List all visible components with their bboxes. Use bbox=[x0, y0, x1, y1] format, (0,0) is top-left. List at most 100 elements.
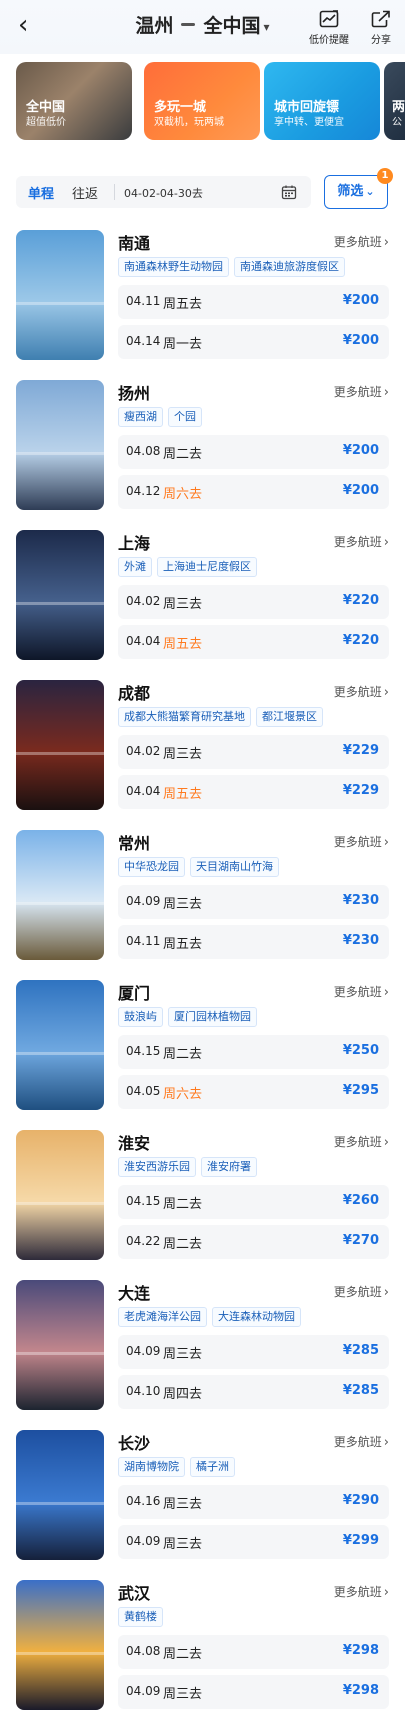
flight-weekday: 周六去 bbox=[163, 1087, 203, 1102]
more-flights-link[interactable]: 更多航班 › bbox=[334, 1433, 389, 1450]
attraction-tag[interactable]: 南通森林野生动物园 bbox=[118, 257, 229, 277]
attraction-tag[interactable]: 个园 bbox=[168, 407, 202, 427]
attraction-tag[interactable]: 鼓浪屿 bbox=[118, 1007, 163, 1027]
date-range[interactable]: 04-02-04-30去 bbox=[124, 185, 203, 201]
more-flights-link[interactable]: 更多航班 › bbox=[334, 383, 389, 400]
to-city: 全中国 bbox=[203, 15, 261, 37]
calendar-icon[interactable] bbox=[281, 184, 297, 200]
flight-price: ¥229 bbox=[342, 783, 379, 798]
more-flights-link[interactable]: 更多航班 › bbox=[334, 1583, 389, 1600]
banner-all-china[interactable]: 全中国 超值低价 bbox=[16, 62, 132, 140]
more-flights-label: 更多航班 bbox=[333, 1585, 382, 1599]
share-button[interactable]: 分享 bbox=[371, 10, 391, 46]
attraction-tag[interactable]: 橘子洲 bbox=[190, 1457, 235, 1477]
flight-option-row[interactable]: 04.02 周三去 ¥229 bbox=[118, 735, 389, 769]
more-flights-label: 更多航班 bbox=[333, 1435, 382, 1449]
attraction-tag[interactable]: 湖南博物院 bbox=[118, 1457, 185, 1477]
flight-option-row[interactable]: 04.05 周六去 ¥295 bbox=[118, 1075, 389, 1109]
tab-round-trip[interactable]: 往返 bbox=[72, 183, 98, 202]
attraction-tag[interactable]: 大连森林动物园 bbox=[212, 1307, 301, 1327]
destination-city: 厦门 bbox=[118, 984, 151, 1003]
destination-photo bbox=[16, 1430, 104, 1560]
destination-card[interactable]: 长沙 更多航班 › 湖南博物院 橘子洲 04.16 周三去 ¥290 04.09 周三去 ¥299 bbox=[0, 1430, 405, 1577]
flight-option-row[interactable]: 04.08 周二去 ¥200 bbox=[118, 435, 389, 469]
flight-date: 04.14 bbox=[126, 334, 161, 348]
more-flights-label: 更多航班 bbox=[333, 1285, 382, 1299]
destination-city: 成都 bbox=[118, 684, 151, 703]
attraction-tag[interactable]: 黄鹤楼 bbox=[118, 1607, 163, 1627]
flight-date: 04.08 bbox=[126, 444, 161, 458]
attraction-tags: 外滩 上海迪士尼度假区 bbox=[118, 555, 262, 577]
flight-option-row[interactable]: 04.15 周二去 ¥250 bbox=[118, 1035, 389, 1069]
banner-one-more-city[interactable]: 多玩一城 双截机，玩两城 bbox=[144, 62, 260, 140]
flight-weekday: 周二去 bbox=[163, 1197, 203, 1212]
flight-option-row[interactable]: 04.10 周四去 ¥285 bbox=[118, 1375, 389, 1409]
flight-option-row[interactable]: 04.14 周一去 ¥200 bbox=[118, 325, 389, 359]
destination-card[interactable]: 淮安 更多航班 › 淮安西游乐园 淮安府署 04.15 周二去 ¥260 04.22 周二去 ¥27… bbox=[0, 1130, 405, 1277]
filter-button[interactable]: 筛选 ⌄ 1 bbox=[324, 168, 393, 209]
flight-option-row[interactable]: 04.02 周三去 ¥220 bbox=[118, 585, 389, 619]
flight-option-row[interactable]: 04.12 周六去 ¥200 bbox=[118, 475, 389, 509]
destination-card[interactable]: 扬州 更多航班 › 瘦西湖 个园 04.08 周二去 ¥200 04.12 周六去 ¥200 bbox=[0, 380, 405, 527]
destination-photo bbox=[16, 830, 104, 960]
flight-option-row[interactable]: 04.04 周五去 ¥229 bbox=[118, 775, 389, 809]
more-flights-label: 更多航班 bbox=[333, 535, 382, 549]
trend-chart-icon bbox=[319, 10, 339, 28]
flight-option-row[interactable]: 04.09 周三去 ¥285 bbox=[118, 1335, 389, 1369]
flight-date: 04.02 bbox=[126, 744, 161, 758]
attraction-tags: 南通森林野生动物园 南通森迪旅游度假区 bbox=[118, 255, 350, 277]
more-flights-link[interactable]: 更多航班 › bbox=[334, 683, 389, 700]
more-flights-link[interactable]: 更多航班 › bbox=[334, 533, 389, 550]
attraction-tag[interactable]: 淮安府署 bbox=[201, 1157, 257, 1177]
flight-price: ¥290 bbox=[342, 1493, 379, 1508]
more-flights-link[interactable]: 更多航班 › bbox=[334, 1283, 389, 1300]
destination-card[interactable]: 成都 更多航班 › 成都大熊猫繁育研究基地 都江堰景区 04.02 周三去 ¥229 04.04… bbox=[0, 680, 405, 827]
banner-city-boomerang[interactable]: 城市回旋镖 享中转、更便宜 bbox=[264, 62, 380, 140]
more-flights-label: 更多航班 bbox=[333, 835, 382, 849]
flight-option-row[interactable]: 04.08 周二去 ¥298 bbox=[118, 1635, 389, 1669]
banner-title: 两 bbox=[392, 100, 405, 115]
flight-weekday: 周三去 bbox=[163, 597, 203, 612]
destination-card[interactable]: 武汉 更多航班 › 黄鹤楼 04.08 周二去 ¥298 04.09 周三去 ¥298 bbox=[0, 1580, 405, 1727]
flight-weekday: 周五去 bbox=[163, 297, 203, 312]
flight-option-row[interactable]: 04.04 周五去 ¥220 bbox=[118, 625, 389, 659]
flight-option-row[interactable]: 04.11 周五去 ¥200 bbox=[118, 285, 389, 319]
attraction-tag[interactable]: 都江堰景区 bbox=[256, 707, 323, 727]
flight-date: 04.04 bbox=[126, 634, 161, 648]
attraction-tag[interactable]: 外滩 bbox=[118, 557, 152, 577]
more-flights-link[interactable]: 更多航班 › bbox=[334, 833, 389, 850]
flight-option-row[interactable]: 04.09 周三去 ¥298 bbox=[118, 1675, 389, 1709]
attraction-tag[interactable]: 淮安西游乐园 bbox=[118, 1157, 196, 1177]
destination-card[interactable]: 上海 更多航班 › 外滩 上海迪士尼度假区 04.02 周三去 ¥220 04.04 周五去 ¥22… bbox=[0, 530, 405, 677]
attraction-tag[interactable]: 南通森迪旅游度假区 bbox=[234, 257, 345, 277]
tab-one-way[interactable]: 单程 bbox=[28, 183, 54, 202]
attraction-tag[interactable]: 天目湖南山竹海 bbox=[190, 857, 279, 877]
banner-partial[interactable]: 两 公 bbox=[384, 62, 405, 140]
attraction-tag[interactable]: 瘦西湖 bbox=[118, 407, 163, 427]
attraction-tag[interactable]: 中华恐龙园 bbox=[118, 857, 185, 877]
more-flights-link[interactable]: 更多航班 › bbox=[334, 1133, 389, 1150]
destination-city: 扬州 bbox=[118, 384, 151, 403]
flight-option-row[interactable]: 04.09 周三去 ¥230 bbox=[118, 885, 389, 919]
chevron-down-icon: ▾ bbox=[263, 19, 270, 34]
promo-banner-strip: 全中国 超值低价 多玩一城 双截机，玩两城 城市回旋镖 享中转、更便宜 两 公 bbox=[0, 62, 405, 142]
chevron-right-icon: › bbox=[383, 985, 389, 1000]
attraction-tag[interactable]: 成都大熊猫繁育研究基地 bbox=[118, 707, 251, 727]
attraction-tag[interactable]: 厦门园林植物园 bbox=[168, 1007, 257, 1027]
more-flights-link[interactable]: 更多航班 › bbox=[334, 233, 389, 250]
attraction-tag[interactable]: 老虎滩海洋公园 bbox=[118, 1307, 207, 1327]
attraction-tag[interactable]: 上海迪士尼度假区 bbox=[157, 557, 257, 577]
flight-option-row[interactable]: 04.22 周二去 ¥270 bbox=[118, 1225, 389, 1259]
destination-card[interactable]: 厦门 更多航班 › 鼓浪屿 厦门园林植物园 04.15 周二去 ¥250 04.05 周六去 ¥29… bbox=[0, 980, 405, 1127]
more-flights-link[interactable]: 更多航班 › bbox=[334, 983, 389, 1000]
flight-option-row[interactable]: 04.16 周三去 ¥290 bbox=[118, 1485, 389, 1519]
flight-price: ¥220 bbox=[342, 593, 379, 608]
price-alert-button[interactable]: 低价提醒 bbox=[309, 10, 349, 46]
destination-card[interactable]: 大连 更多航班 › 老虎滩海洋公园 大连森林动物园 04.09 周三去 ¥285 04.10 周四… bbox=[0, 1280, 405, 1427]
destination-city: 长沙 bbox=[118, 1434, 151, 1453]
destination-card[interactable]: 南通 更多航班 › 南通森林野生动物园 南通森迪旅游度假区 04.11 周五去 ¥200 04.… bbox=[0, 230, 405, 377]
flight-option-row[interactable]: 04.15 周二去 ¥260 bbox=[118, 1185, 389, 1219]
flight-option-row[interactable]: 04.11 周五去 ¥230 bbox=[118, 925, 389, 959]
flight-option-row[interactable]: 04.09 周三去 ¥299 bbox=[118, 1525, 389, 1559]
destination-card[interactable]: 常州 更多航班 › 中华恐龙园 天目湖南山竹海 04.09 周三去 ¥230 04.11 周五去 ¥… bbox=[0, 830, 405, 977]
